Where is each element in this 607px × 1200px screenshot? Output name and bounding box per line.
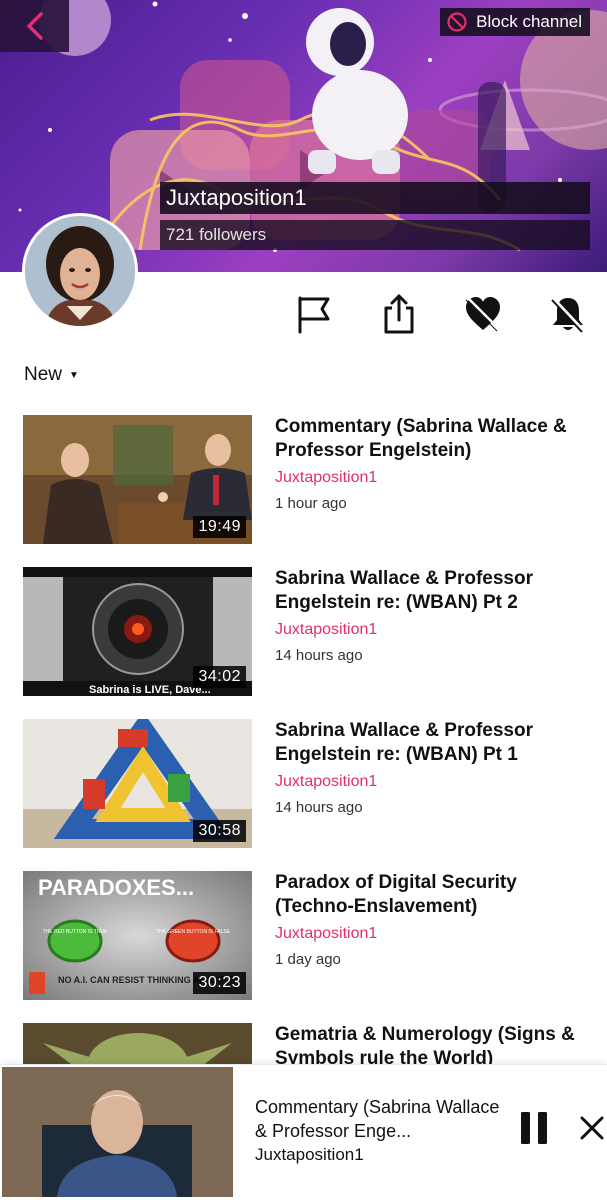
video-title[interactable]: Paradox of Digital Security (Techno-Ensl… [275,871,595,919]
back-button[interactable] [0,0,69,52]
channel-actions [0,292,607,340]
pause-button[interactable] [518,1111,550,1145]
video-duration: 19:49 [193,516,246,538]
thumbnail-heading: PARADOXES... [38,875,194,900]
share-icon [384,294,414,334]
follower-count: 721 followers [160,220,590,250]
video-duration: 30:23 [193,972,246,994]
video-thumbnail: 19:49 [23,415,252,544]
report-button[interactable] [291,292,335,336]
video-item[interactable]: 19:49 Commentary (Sabrina Wallace & Prof… [23,415,583,545]
video-duration: 34:02 [193,666,246,688]
mini-player-thumbnail[interactable] [2,1067,233,1197]
video-time: 14 hours ago [275,799,363,816]
thumbnail-red-label: THE RED BUTTON IS TRUE [43,929,108,935]
thumbnail-green-label: THE GREEN BUTTON IS FALSE [156,929,231,935]
mute-bell-icon [551,296,586,333]
block-channel-button[interactable]: Block channel [440,8,590,36]
video-title[interactable]: Commentary (Sabrina Wallace & Professor … [275,415,595,463]
mini-player-title[interactable]: Commentary (Sabrina Wallace & Professor … [255,1095,505,1143]
video-time: 1 hour ago [275,495,347,512]
video-title[interactable]: Sabrina Wallace & Professor Engelstein r… [275,567,595,615]
video-time: 14 hours ago [275,647,363,664]
block-icon [447,12,467,32]
video-channel[interactable]: Juxtaposition1 [275,621,377,639]
flag-icon [298,296,330,334]
block-channel-label: Block channel [476,12,582,31]
video-duration: 30:58 [193,820,246,842]
video-item[interactable]: PARADOXES... THE RED BUTTON IS TRUE THE … [23,871,583,1001]
close-player-button[interactable] [578,1114,606,1142]
video-item[interactable]: 30:58 Sabrina Wallace & Professor Engels… [23,719,583,849]
video-channel[interactable]: Juxtaposition1 [275,925,377,943]
chevron-left-icon [26,12,43,40]
sort-dropdown[interactable]: New ▼ [24,364,79,386]
video-thumbnail: 30:58 [23,719,252,848]
thumbnail-caption: Sabrina is LIVE, Dave... [89,684,211,696]
video-item[interactable]: Sabrina is LIVE, Dave... 34:02 Sabrina W… [23,567,583,697]
video-title[interactable]: Sabrina Wallace & Professor Engelstein r… [275,719,595,767]
channel-name: Juxtaposition1 [160,182,590,214]
video-thumbnail: PARADOXES... THE RED BUTTON IS TRUE THE … [23,871,252,1000]
video-channel[interactable]: Juxtaposition1 [275,469,377,487]
unfollow-heart-icon [465,297,500,332]
close-icon [580,1116,604,1140]
sort-label: New [24,364,63,385]
video-thumbnail: Sabrina is LIVE, Dave... 34:02 [23,567,252,696]
unfollow-button[interactable] [461,292,505,336]
pause-icon [521,1112,547,1144]
mini-player[interactable]: Commentary (Sabrina Wallace & Professor … [0,1064,607,1200]
video-time: 1 day ago [275,951,341,968]
share-button[interactable] [377,292,421,336]
video-channel[interactable]: Juxtaposition1 [275,773,377,791]
notifications-button[interactable] [546,292,590,336]
caret-down-icon: ▼ [69,369,79,381]
mini-player-channel: Juxtaposition1 [255,1145,364,1164]
